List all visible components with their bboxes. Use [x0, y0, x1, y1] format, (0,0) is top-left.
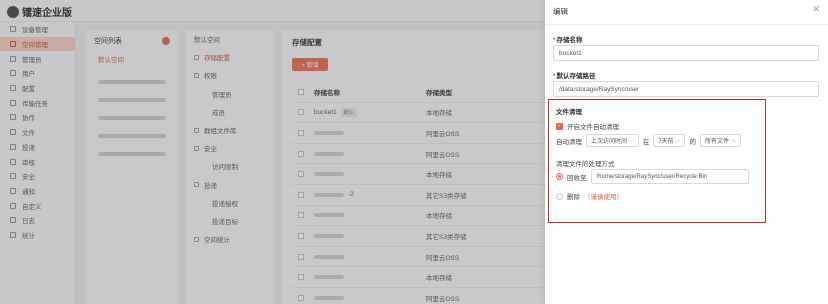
file-cleanup-section: 文件清理 ✓ 开启文件自动清理 自动清理 上次访问时间 ⌵ 在 7天前 ⌵ 的 所有… [548, 99, 766, 223]
default-path-input[interactable]: /data/storage/RaySync/user [553, 81, 819, 97]
recycle-path-input[interactable]: /home/storage/RaySync/user/Recycle Bin [590, 169, 749, 184]
drawer-divider [545, 24, 828, 25]
delete-radio[interactable] [556, 192, 563, 200]
auto-clean-checkbox[interactable]: ✓ [556, 122, 563, 130]
rule-prefix: 自动清理 [556, 138, 582, 146]
period-select[interactable]: 7天前 ⌵ [653, 134, 686, 147]
default-path-label: *默认存储路径 [553, 73, 596, 80]
storage-name-input[interactable]: bucket1 [553, 45, 819, 61]
file-scope-select[interactable]: 所有文件 ⌵ [699, 134, 741, 147]
chevron-down-icon: ⌵ [630, 137, 634, 144]
storage-name-label: *存储名称 [553, 37, 583, 44]
time-field-select[interactable]: 上次访问时间 ⌵ [586, 134, 639, 147]
close-icon[interactable]: ✕ [812, 5, 820, 14]
handling-title: 清理文件的处理方式 [556, 161, 615, 168]
cleanup-title: 文件清理 [556, 109, 582, 116]
recycle-label: 回收至 [567, 174, 587, 182]
recycle-radio[interactable] [556, 173, 563, 180]
delete-label: 删除 [567, 194, 580, 201]
delete-warning: （谨慎使用） [584, 194, 623, 201]
word-of: 的 [689, 138, 696, 146]
edit-drawer: 编辑 ✕ *存储名称 bucket1 *默认存储路径 /data/storage… [545, 0, 828, 304]
chevron-down-icon: ⌵ [731, 137, 736, 144]
chevron-down-icon: ⌵ [676, 137, 681, 144]
auto-clean-label: 开启文件自动清理 [567, 124, 619, 131]
modal-overlay[interactable] [0, 0, 545, 304]
drawer-title: 编辑 [553, 7, 568, 16]
word-at: 在 [642, 138, 650, 146]
